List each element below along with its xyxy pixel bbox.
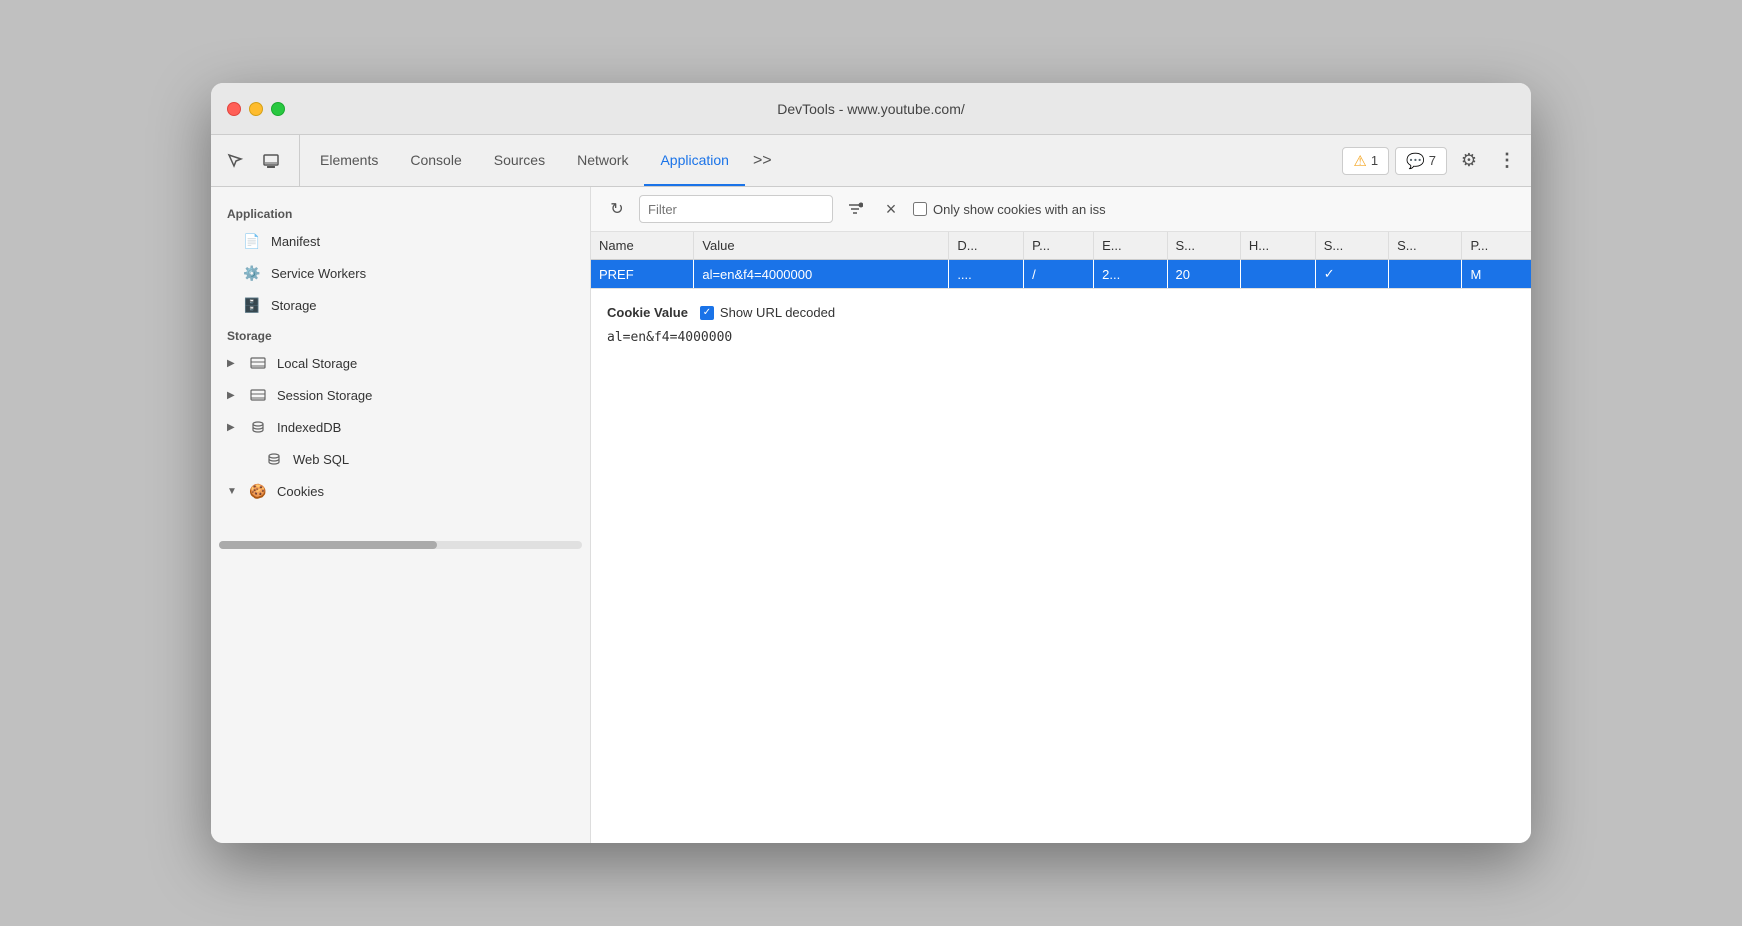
device-icon[interactable] [255,145,287,177]
sidebar-scrollbar-thumb [219,541,437,549]
tab-bar-right: ⚠ 1 💬 7 ⚙ ⋮ [1342,135,1523,186]
arrow-right-icon3: ▶ [227,422,239,433]
cookie-value-text: al=en&f4=4000000 [607,330,1515,345]
cell-secure: ✓ [1315,260,1388,289]
col-secure: S... [1315,232,1388,260]
url-decoded-label: Show URL decoded [720,305,835,320]
cookie-table: Name Value D... P... E... S... H... S...… [591,232,1531,288]
only-show-cookies-label: Only show cookies with an iss [913,202,1106,217]
comment-icon: 💬 [1406,152,1425,170]
table-row[interactable]: PREF al=en&f4=4000000 .... / 2... 20 ✓ M [591,260,1531,289]
devtools-window: DevTools - www.youtube.com/ Elements [211,83,1531,843]
sidebar-item-local-storage[interactable]: ▶ Local Storage [211,347,590,379]
indexeddb-icon [249,418,267,436]
sidebar-item-storage-app[interactable]: 🗄️ Storage [211,289,590,321]
window-title: DevTools - www.youtube.com/ [777,101,965,117]
tab-application[interactable]: Application [644,135,745,186]
local-storage-icon [249,354,267,372]
sidebar-item-manifest[interactable]: 📄 Manifest [211,225,590,257]
tab-bar: Elements Console Sources Network Applica… [211,135,1531,187]
arrow-right-icon2: ▶ [227,390,239,401]
cell-value: al=en&f4=4000000 [694,260,949,289]
sidebar-section-application: Application [211,199,590,225]
traffic-lights [227,102,285,116]
arrow-right-icon: ▶ [227,358,239,369]
cell-domain: .... [949,260,1024,289]
cell-name: PREF [591,260,694,289]
clear-filter-button[interactable]: × [877,195,905,223]
tab-sources[interactable]: Sources [478,135,561,186]
sidebar-section-storage: Storage [211,321,590,347]
right-panel: ↻ × Only show cookies with an iss [591,187,1531,843]
warning-badge-button[interactable]: ⚠ 1 [1342,147,1389,175]
cookies-icon: 🍪 [249,482,267,500]
cell-priority: M [1462,260,1531,289]
col-name: Name [591,232,694,260]
service-workers-icon: ⚙️ [243,264,261,282]
maximize-button[interactable] [271,102,285,116]
cell-samesite [1389,260,1462,289]
main-content: Application 📄 Manifest ⚙️ Service Worker… [211,187,1531,843]
settings-button[interactable]: ⚙ [1453,145,1485,177]
col-priority: P... [1462,232,1531,260]
url-decoded-checkbox[interactable]: ✓ [700,306,714,320]
info-badge-button[interactable]: 💬 7 [1395,147,1447,175]
close-button[interactable] [227,102,241,116]
manifest-icon: 📄 [243,232,261,250]
warning-icon: ⚠ [1353,152,1366,170]
sidebar-item-service-workers[interactable]: ⚙️ Service Workers [211,257,590,289]
sidebar-item-session-storage[interactable]: ▶ Session Storage [211,379,590,411]
cookie-table-header: Name Value D... P... E... S... H... S...… [591,232,1531,260]
sidebar-scrollbar[interactable] [219,541,582,549]
refresh-button[interactable]: ↻ [603,195,631,223]
col-expires: E... [1094,232,1167,260]
sidebar-item-cookies[interactable]: ▼ 🍪 Cookies [211,475,590,507]
show-url-decoded-toggle[interactable]: ✓ Show URL decoded [700,305,835,320]
col-domain: D... [949,232,1024,260]
cell-httponly [1240,260,1315,289]
inspect-icon[interactable] [219,145,251,177]
title-bar: DevTools - www.youtube.com/ [211,83,1531,135]
sidebar: Application 📄 Manifest ⚙️ Service Worker… [211,187,591,843]
toolbar-left [219,135,300,186]
tab-overflow-button[interactable]: >> [745,135,780,186]
tab-elements[interactable]: Elements [304,135,394,186]
cookie-value-panel: Cookie Value ✓ Show URL decoded al=en&f4… [591,289,1531,843]
col-httponly: H... [1240,232,1315,260]
tab-network[interactable]: Network [561,135,644,186]
web-sql-icon [265,450,283,468]
session-storage-icon [249,386,267,404]
tabs: Elements Console Sources Network Applica… [304,135,1342,186]
cookie-value-header: Cookie Value ✓ Show URL decoded [607,305,1515,320]
cell-path: / [1024,260,1094,289]
sidebar-item-indexeddb[interactable]: ▶ IndexedDB [211,411,590,443]
arrow-down-icon: ▼ [227,486,239,497]
col-path: P... [1024,232,1094,260]
storage-icon: 🗄️ [243,296,261,314]
cookie-value-label: Cookie Value [607,305,688,320]
minimize-button[interactable] [249,102,263,116]
cookie-table-container: Name Value D... P... E... S... H... S...… [591,232,1531,289]
filter-options-button[interactable] [841,195,869,223]
more-options-button[interactable]: ⋮ [1491,145,1523,177]
tab-console[interactable]: Console [394,135,477,186]
filter-input[interactable] [639,195,833,223]
sidebar-item-web-sql[interactable]: Web SQL [211,443,590,475]
cell-expires: 2... [1094,260,1167,289]
col-value: Value [694,232,949,260]
only-show-cookies-checkbox[interactable] [913,202,927,216]
cell-size: 20 [1167,260,1240,289]
cookie-toolbar: ↻ × Only show cookies with an iss [591,187,1531,232]
col-samesite: S... [1389,232,1462,260]
col-size: S... [1167,232,1240,260]
